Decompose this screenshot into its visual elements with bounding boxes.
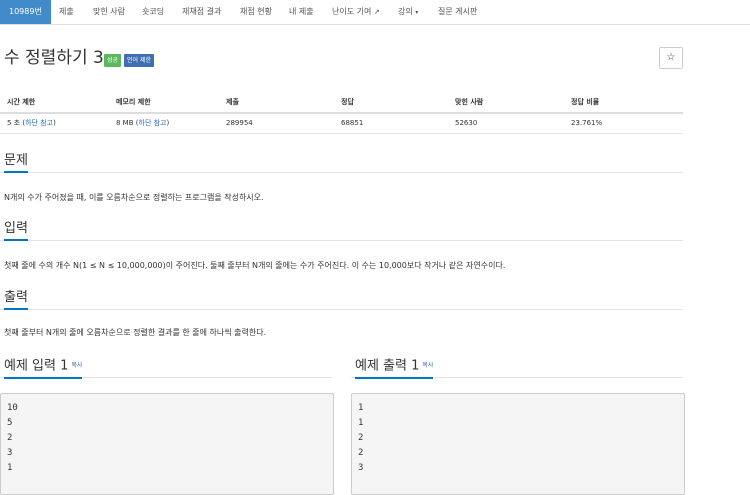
nav-tab-difficulty-label: 난이도 기여 [332,7,372,16]
problem-nav: 10989번 제출 맞힌 사람 숏코딩 재채점 결과 채점 현황 내 제출 난이… [0,0,750,25]
sample-output-line: 3 [358,463,364,473]
sample-input-line: 3 [7,448,13,458]
sample-output-line: 2 [358,448,364,458]
nav-tab-status[interactable]: 채점 현황 [240,0,272,24]
output-section-header: 출력 [0,287,683,310]
caret-down-icon: ▾ [415,9,419,16]
nav-tab-my-submissions[interactable]: 내 제출 [289,0,314,24]
header-correct: 정답 [341,98,354,106]
nav-tab-solvers[interactable]: 맞힌 사람 [93,0,125,24]
status-badge-success: 성공 [104,54,122,67]
problem-heading: 문제 [4,152,28,173]
sample-input-line: 2 [7,433,13,443]
sample-output-title-text: 예제 출력 1 [355,358,420,374]
sample-output-header: 예제 출력 1 복사 [351,355,683,379]
copy-sample-output-button[interactable]: 복사 [422,362,433,369]
memory-limit-value: 8 MB (하단 참고) [116,113,169,133]
sample-input-title: 예제 입력 1 복사 [4,357,83,379]
sample-input-title-text: 예제 입력 1 [4,358,69,374]
problem-description: N개의 수가 주어졌을 때, 이를 오름차순으로 정렬하는 프로그램을 작성하시… [4,193,264,202]
sample-input-header: 예제 입력 1 복사 [0,355,332,379]
nav-tab-qna[interactable]: 질문 게시판 [438,0,477,24]
time-limit-text: 5 초 [7,119,21,127]
header-time-limit: 시간 제한 [7,98,36,106]
ratio-value: 23.761% [571,119,603,127]
nav-tab-shortcoding[interactable]: 숏코딩 [142,0,164,24]
memory-limit-text: 8 MB [116,119,134,127]
header-solvers: 맞힌 사람 [455,98,484,106]
favorite-star-button[interactable]: ☆ [659,47,683,69]
nav-tab-rejudge[interactable]: 재채점 결과 [182,0,221,24]
correct-value: 68851 [341,119,364,127]
input-description: 첫째 줄에 수의 개수 N(1 ≤ N ≤ 10,000,000)이 주어진다.… [4,261,506,270]
output-description: 첫째 줄부터 N개의 줄에 오름차순으로 정렬한 결과를 한 줄에 하나씩 출력… [4,328,267,337]
nav-tab-difficulty[interactable]: 난이도 기여 ↗ [332,0,380,24]
sample-input-line: 5 [7,418,13,428]
problem-title: 수 정렬하기 3 [4,48,104,68]
time-note-close: ) [53,119,56,127]
output-heading: 출력 [4,289,28,310]
memory-note-close: ) [166,119,170,127]
memory-note-link[interactable]: 하단 참고 [139,119,167,127]
copy-sample-input-button[interactable]: 복사 [71,362,82,369]
header-memory-limit: 메모리 제한 [116,98,151,106]
status-badge-language-limit: 언어 제한 [124,54,154,67]
solvers-value: 52630 [455,119,478,127]
sample-output-line: 1 [358,403,364,413]
sample-input-line: 1 [7,463,13,473]
time-limit-value: 5 초 (하단 참고) [7,113,56,133]
problem-section-header: 문제 [0,150,683,173]
sample-input-line: 10 [7,403,18,413]
input-heading: 입력 [4,220,28,241]
stats-table-header: 시간 제한 메모리 제한 제출 정답 맞힌 사람 정답 비율 [0,92,683,114]
star-icon: ☆ [666,52,676,63]
sample-output-line: 1 [358,418,364,428]
submissions-value: 289954 [226,119,253,127]
nav-tab-lectures-label: 강의 [398,7,413,16]
nav-tab-problem[interactable]: 10989번 [0,0,51,24]
input-section-header: 입력 [0,218,683,241]
header-submissions: 제출 [226,98,239,106]
header-ratio: 정답 비율 [571,98,600,106]
sample-output-title: 예제 출력 1 복사 [355,357,434,379]
external-link-icon: ↗ [373,8,380,16]
nav-tab-submit[interactable]: 제출 [59,0,74,24]
sample-output-line: 2 [358,433,364,443]
time-note-link[interactable]: 하단 참고 [25,119,53,127]
nav-tab-lectures[interactable]: 강의 ▾ [398,0,418,24]
stats-table-row: 5 초 (하단 참고) 8 MB (하단 참고) 289954 68851 52… [0,113,683,134]
